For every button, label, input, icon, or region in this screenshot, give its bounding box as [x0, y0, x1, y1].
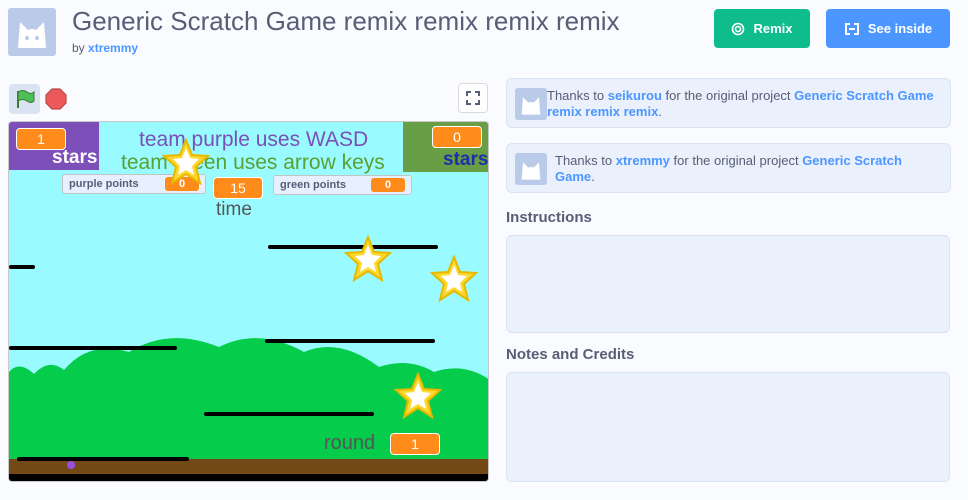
credit-user-link[interactable]: xtremmy [616, 153, 670, 168]
credit-prefix: Thanks to [555, 153, 613, 168]
stop-icon [45, 88, 67, 110]
notes-heading: Notes and Credits [506, 346, 635, 363]
platform-line [9, 265, 35, 269]
scratch-cat-avatar [515, 153, 547, 185]
time-label: time [216, 199, 252, 220]
credit-text: Thanks to xtremmy for the original proje… [555, 153, 945, 185]
time-value: 15 [213, 177, 263, 199]
purple-points-label: purple points [69, 178, 139, 190]
remix-label: Remix [753, 21, 793, 36]
by-prefix: by [72, 41, 85, 55]
see-inside-button[interactable]: See inside [826, 9, 950, 48]
credit-middle: for the original project [665, 88, 791, 103]
author-link[interactable]: xtremmy [88, 41, 138, 55]
stop-button[interactable] [45, 88, 67, 110]
purple-stars-label: stars [52, 147, 98, 168]
credit-suffix: . [658, 104, 662, 119]
green-points-label: green points [280, 179, 347, 191]
green-points-monitor: green points 0 [273, 175, 412, 195]
platform-line [204, 412, 374, 416]
fullscreen-icon [466, 91, 480, 105]
green-flag-button[interactable] [9, 84, 40, 114]
purple-player-sprite [67, 461, 75, 469]
round-value: 1 [390, 433, 440, 455]
project-thumbnail[interactable] [8, 8, 56, 56]
scratch-cat-avatar [8, 8, 56, 56]
scratch-cat-avatar[interactable] [515, 88, 547, 120]
instructions-box[interactable] [506, 235, 950, 333]
remix-button[interactable]: Remix [714, 9, 810, 48]
platform-line [9, 346, 177, 350]
star-sprite [393, 372, 443, 420]
platform-line [265, 339, 435, 343]
notes-box[interactable] [506, 372, 950, 482]
credit-user-link[interactable]: seikurou [608, 88, 662, 103]
platform-line [17, 457, 189, 461]
scratch-cat-avatar [515, 88, 547, 120]
remix-credit-1: Thanks to seikurou for the original proj… [506, 78, 951, 128]
credit-text: Thanks to seikurou for the original proj… [547, 88, 937, 120]
star-sprite [429, 255, 479, 303]
instructions-heading: Instructions [506, 209, 592, 226]
green-flag-icon [16, 90, 34, 108]
credit-prefix: Thanks to [547, 88, 605, 103]
see-inside-icon [844, 22, 859, 35]
credit-middle: for the original project [673, 153, 799, 168]
star-sprite [343, 235, 393, 283]
star-sprite [161, 138, 211, 186]
round-label: round [324, 432, 376, 454]
remix-icon [732, 22, 745, 35]
project-title: Generic Scratch Game remix remix remix r… [72, 6, 620, 36]
green-stars-value: 0 [432, 126, 482, 148]
remix-credit-2: Thanks to xtremmy for the original proje… [506, 143, 951, 193]
see-inside-label: See inside [867, 21, 933, 36]
credit-suffix: . [591, 169, 595, 184]
project-author: by xtremmy [72, 41, 138, 55]
fullscreen-button[interactable] [458, 83, 488, 113]
scratch-cat-avatar[interactable] [515, 153, 547, 185]
green-points-value: 0 [371, 178, 405, 192]
project-stage[interactable]: 1 stars 0 stars team purple uses WASD te… [8, 121, 489, 482]
green-stars-label: stars [443, 149, 489, 170]
